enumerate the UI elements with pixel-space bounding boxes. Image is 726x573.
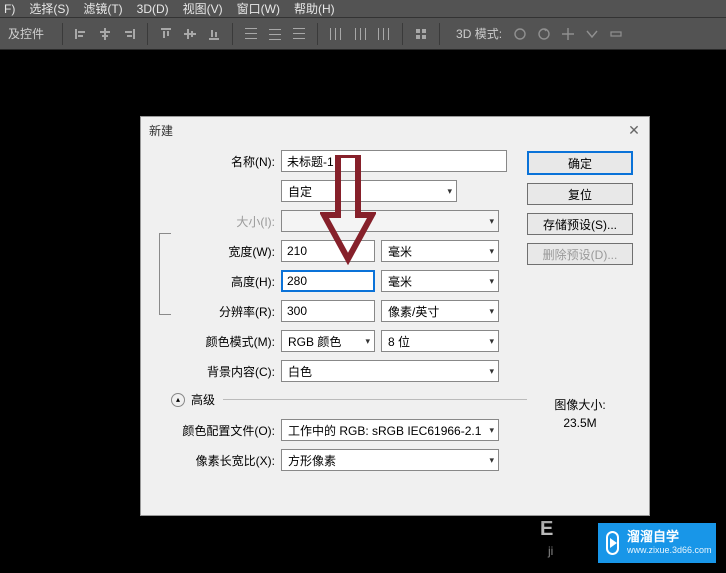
divider: [232, 23, 233, 45]
3d-mode-label: 3D 模式:: [456, 25, 502, 42]
menu-help[interactable]: 帮助(H): [294, 0, 335, 17]
chevron-down-icon: ▾: [489, 366, 494, 377]
3d-roll-icon[interactable]: [536, 26, 552, 42]
size-label: 大小(I):: [151, 213, 281, 230]
cancel-button[interactable]: 复位: [527, 183, 633, 205]
bracket-icon: [159, 233, 171, 315]
name-input[interactable]: [281, 150, 507, 172]
chevron-down-icon: ▾: [489, 336, 494, 347]
distribute-right-icon[interactable]: [376, 26, 392, 42]
auto-align-icon[interactable]: [413, 26, 429, 42]
align-center-h-icon[interactable]: [97, 26, 113, 42]
chevron-down-icon: ▾: [365, 336, 370, 347]
watermark: 溜溜自学 www.zixue.3d66.com: [598, 523, 716, 563]
color-profile-select[interactable]: 工作中的 RGB: sRGB IEC61966-2.1▾: [281, 419, 499, 441]
width-input[interactable]: [281, 240, 375, 262]
bg-subtext: ji: [548, 544, 553, 558]
chevron-down-icon: ▾: [447, 186, 452, 197]
menu-view[interactable]: 视图(V): [183, 0, 223, 17]
preset-select[interactable]: 自定▾: [281, 180, 457, 202]
chevron-down-icon: ▾: [489, 276, 494, 287]
height-unit-select[interactable]: 毫米▾: [381, 270, 499, 292]
ok-button[interactable]: 确定: [527, 151, 633, 175]
close-icon[interactable]: ✕: [627, 123, 641, 137]
pixel-aspect-label: 像素长宽比(X):: [151, 452, 281, 469]
background-select[interactable]: 白色▾: [281, 360, 499, 382]
distribute-center-v-icon[interactable]: [267, 26, 283, 42]
watermark-title: 溜溜自学: [627, 530, 712, 545]
toolbar-left-label: 及控件: [4, 23, 48, 44]
align-center-v-icon[interactable]: [182, 26, 198, 42]
menu-filter[interactable]: 滤镜(T): [83, 0, 122, 17]
options-bar: 及控件 3D 模式:: [0, 18, 726, 50]
divider: [147, 23, 148, 45]
advanced-toggle-icon[interactable]: ▴: [171, 393, 185, 407]
size-select: ▾: [281, 210, 499, 232]
divider: [402, 23, 403, 45]
play-icon: [606, 531, 619, 555]
divider: [223, 399, 527, 400]
menu-3d[interactable]: 3D(D): [137, 2, 169, 16]
color-profile-label: 颜色配置文件(O):: [151, 422, 281, 439]
height-input[interactable]: [281, 270, 375, 292]
menu-window[interactable]: 窗口(W): [237, 0, 280, 17]
chevron-down-icon: ▾: [489, 425, 494, 436]
background-label: 背景内容(C):: [151, 363, 281, 380]
chevron-down-icon: ▾: [489, 455, 494, 466]
3d-pan-icon[interactable]: [560, 26, 576, 42]
menu-select[interactable]: 选择(S): [29, 0, 69, 17]
color-mode-select[interactable]: RGB 颜色▾: [281, 330, 375, 352]
divider: [317, 23, 318, 45]
watermark-url: www.zixue.3d66.com: [627, 545, 712, 555]
advanced-label: 高级: [191, 391, 215, 408]
align-right-icon[interactable]: [121, 26, 137, 42]
bit-depth-select[interactable]: 8 位▾: [381, 330, 499, 352]
color-mode-label: 颜色模式(M):: [151, 333, 281, 350]
chevron-down-icon: ▾: [489, 216, 494, 227]
new-document-dialog: 新建 ✕ 名称(N): 自定▾ 大小(I): ▾ 宽度(W: [140, 116, 650, 516]
divider: [62, 23, 63, 45]
distribute-top-icon[interactable]: [243, 26, 259, 42]
3d-slide-icon[interactable]: [584, 26, 600, 42]
distribute-center-h-icon[interactable]: [352, 26, 368, 42]
bg-text: E: [540, 518, 553, 541]
3d-scale-icon[interactable]: [608, 26, 624, 42]
image-size-value: 23.5M: [554, 416, 605, 430]
resolution-unit-select[interactable]: 像素/英寸▾: [381, 300, 499, 322]
align-top-icon[interactable]: [158, 26, 174, 42]
divider: [439, 23, 440, 45]
pixel-aspect-select[interactable]: 方形像素▾: [281, 449, 499, 471]
3d-orbit-icon[interactable]: [512, 26, 528, 42]
chevron-down-icon: ▾: [489, 246, 494, 257]
image-size-label: 图像大小:: [554, 396, 605, 413]
dialog-title: 新建: [149, 122, 173, 139]
menu-bar: F) 选择(S) 滤镜(T) 3D(D) 视图(V) 窗口(W) 帮助(H): [0, 0, 726, 18]
delete-preset-button: 删除预设(D)...: [527, 243, 633, 265]
resolution-input[interactable]: [281, 300, 375, 322]
name-label: 名称(N):: [151, 153, 281, 170]
save-preset-button[interactable]: 存储预设(S)...: [527, 213, 633, 235]
chevron-down-icon: ▾: [489, 306, 494, 317]
menu-layer[interactable]: F): [4, 2, 15, 16]
distribute-bottom-icon[interactable]: [291, 26, 307, 42]
width-unit-select[interactable]: 毫米▾: [381, 240, 499, 262]
distribute-left-icon[interactable]: [328, 26, 344, 42]
align-left-icon[interactable]: [73, 26, 89, 42]
align-bottom-icon[interactable]: [206, 26, 222, 42]
